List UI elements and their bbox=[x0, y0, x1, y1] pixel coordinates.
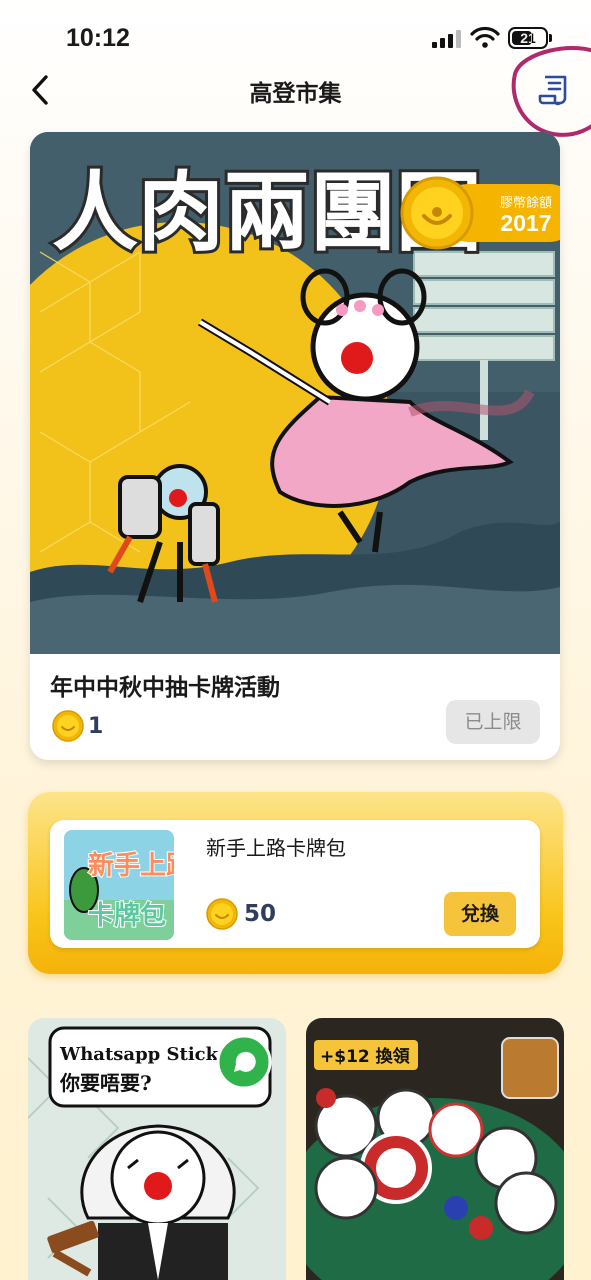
balance-label: 膠幣餘額 bbox=[499, 196, 552, 211]
pack-thumbnail: 新手上路 卡牌包 bbox=[64, 830, 174, 940]
battery-icon: 21 bbox=[508, 27, 548, 49]
cellular-signal-icon bbox=[432, 28, 462, 48]
event-price: 1 bbox=[52, 710, 103, 742]
pack-card[interactable]: 新手上路 卡牌包 新手上路卡牌包 50 兌換 bbox=[50, 820, 540, 948]
sticker-tile-line1: Whatsapp Sticker bbox=[59, 1044, 240, 1065]
coin-icon bbox=[206, 898, 238, 930]
coin-balance-badge: 膠幣餘額 2017 bbox=[400, 176, 560, 250]
pack-name: 新手上路卡牌包 bbox=[206, 836, 346, 860]
pack-thumb-line1: 新手上路 bbox=[88, 850, 174, 881]
limit-reached-button[interactable]: 已上限 bbox=[446, 700, 540, 744]
balance-value: 2017 bbox=[500, 210, 552, 236]
pack-price: 50 bbox=[206, 898, 276, 930]
sticker-tile-line2: 你要唔要? bbox=[59, 1071, 152, 1095]
coin-icon bbox=[400, 176, 474, 250]
price-value: 1 bbox=[88, 713, 104, 739]
poker-chip-tile[interactable]: +$12 換領 bbox=[306, 1018, 564, 1280]
status-bar: 10:12 21 bbox=[0, 0, 591, 70]
tile-badge-text: +$12 換領 bbox=[320, 1046, 411, 1067]
event-card[interactable]: 人肉兩團圓 膠幣餘額 2017 年中中秋中抽卡牌活動 1 已上限 bbox=[30, 132, 560, 760]
status-time: 10:12 bbox=[66, 24, 130, 52]
whatsapp-sticker-tile[interactable]: Whatsapp Sticker 你要唔要? bbox=[28, 1018, 286, 1280]
wifi-icon bbox=[470, 26, 500, 48]
transaction-record-icon[interactable] bbox=[538, 74, 568, 106]
battery-tip bbox=[549, 34, 552, 42]
pack-thumb-line2: 卡牌包 bbox=[88, 900, 166, 931]
coin-icon bbox=[52, 710, 84, 742]
page-title: 高登市集 bbox=[249, 81, 342, 107]
battery-level: 21 bbox=[520, 30, 536, 46]
featured-pack-panel: 新手上路 卡牌包 新手上路卡牌包 50 兌換 bbox=[28, 792, 563, 974]
redeem-button[interactable]: 兌換 bbox=[444, 892, 516, 936]
pack-price-value: 50 bbox=[244, 901, 277, 927]
event-title: 年中中秋中抽卡牌活動 bbox=[50, 675, 280, 701]
